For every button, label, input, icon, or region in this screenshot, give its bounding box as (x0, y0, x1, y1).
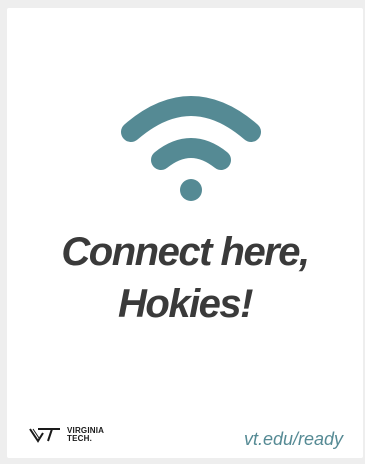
vt-logo-text: VIRGINIA TECH. (67, 427, 104, 443)
poster-card: Connect here, Hokies! VIRGINIA TECH. vt.… (7, 8, 363, 458)
page: Connect here, Hokies! VIRGINIA TECH. vt.… (0, 0, 365, 464)
headline-line-2: Hokies! (118, 282, 254, 326)
vt-logo-icon (29, 427, 61, 443)
ready-url: vt.edu/ready (243, 429, 343, 449)
vt-logo: VIRGINIA TECH. (29, 424, 104, 446)
headline-line-1: Connect here, (61, 230, 310, 274)
headline: Connect here, Hokies! (7, 226, 363, 330)
vt-logo-line-2: TECH. (67, 434, 92, 443)
wifi-icon (119, 94, 263, 204)
